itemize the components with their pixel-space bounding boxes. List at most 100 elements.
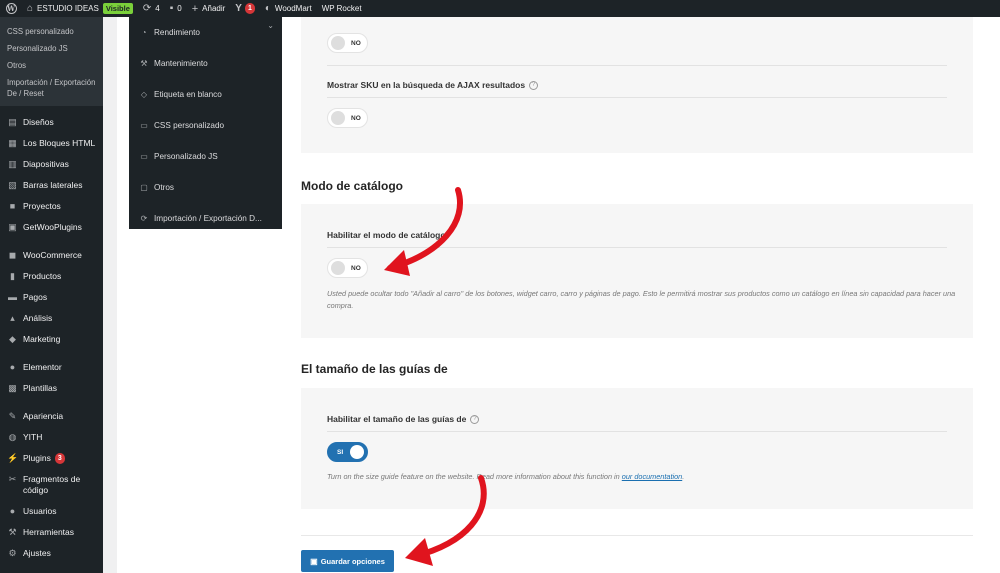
sidebar-item-label: YITH	[23, 432, 43, 442]
other-icon: ▢	[140, 183, 148, 192]
save-label: Guardar opciones	[320, 556, 385, 566]
sidebar-item-woocommerce[interactable]: ◼ WooCommerce	[0, 245, 103, 266]
divider	[327, 65, 947, 66]
sidebar-item-label: Fragmentos de código	[23, 474, 81, 495]
sidebar-item-analisis[interactable]: ▴ Análisis	[0, 308, 103, 329]
size-guide-toggle[interactable]: SI	[327, 442, 368, 462]
sidebar-item-disenos[interactable]: ▤ Diseños	[0, 112, 103, 133]
chevron-down-icon: ⌄	[267, 21, 274, 30]
submenu-item-css[interactable]: CSS personalizado	[0, 23, 103, 40]
sidebar-item-label: Usuarios	[23, 506, 57, 516]
flyout-item-otros[interactable]: ▢ Otros	[129, 172, 282, 203]
flyout-item-label: Rendimiento	[154, 28, 200, 37]
wordpress-icon: W	[5, 3, 17, 14]
import-export-icon: ⟳	[140, 214, 148, 223]
flyout-item-js[interactable]: ▭ Personalizado JS	[129, 141, 282, 172]
help-icon[interactable]: ?	[470, 415, 480, 425]
flyout-item-css[interactable]: ▭ CSS personalizado	[129, 110, 282, 141]
comments-link[interactable]: ▪ 0	[165, 0, 187, 17]
toggle-state: NO	[351, 39, 361, 47]
plugin-icon: ▣	[8, 222, 17, 232]
sku-toggle[interactable]: NO	[327, 108, 368, 128]
flyout-item-rendimiento[interactable]: ◔ Rendimiento	[129, 17, 282, 48]
yoast-count-badge: 1	[244, 3, 255, 14]
catalog-description: Usted puede ocultar todo "Añadir al carr…	[327, 289, 956, 310]
flyout-item-label: Personalizado JS	[154, 152, 218, 161]
plugins-count-badge: 3	[54, 453, 65, 464]
portfolio-icon: ■	[9, 201, 16, 211]
flyout-item-import-export[interactable]: ⟳ Importación / Exportación D...	[129, 203, 282, 234]
sidebar-item-label: Herramientas	[23, 527, 75, 537]
size-guide-label: Habilitar el tamaño de las guías de?	[327, 414, 480, 425]
annotation-arrow-save	[405, 475, 487, 566]
sku-label: Mostrar SKU en la búsqueda de AJAX resul…	[327, 80, 539, 91]
save-options-button[interactable]: ▣ Guardar opciones	[301, 550, 394, 572]
woodmart-link[interactable]: ◐ WoodMart	[260, 0, 317, 17]
sidebar-item-productos[interactable]: ▮ Productos	[0, 266, 103, 287]
slides-icon: ▥	[8, 159, 17, 169]
settings-icon: ⚙	[8, 548, 17, 558]
flyout-item-mantenimiento[interactable]: ⚒ Mantenimiento	[129, 48, 282, 79]
blocks-icon: ▦	[8, 138, 17, 148]
sidebar-item-ajustes[interactable]: ⚙ Ajustes	[0, 543, 103, 564]
save-icon: ▣	[310, 556, 318, 566]
flyout-item-etiqueta[interactable]: ◇ Etiqueta en blanco	[129, 79, 282, 110]
submenu-item-otros[interactable]: Otros	[0, 57, 103, 74]
wordpress-logo[interactable]: W	[0, 0, 22, 17]
sidebar-item-marketing[interactable]: ◆ Marketing	[0, 329, 103, 350]
updates-link[interactable]: ⟳ 4	[138, 0, 165, 17]
products-icon: ▮	[10, 271, 15, 281]
sidebar-item-label: Diapositivas	[23, 159, 69, 169]
js-icon: ▭	[140, 152, 148, 161]
analytics-icon: ▴	[10, 313, 15, 323]
sidebar-item-plantillas[interactable]: ▩ Plantillas	[0, 378, 103, 399]
flyout-item-label: CSS personalizado	[154, 121, 225, 130]
divider	[327, 97, 947, 98]
help-icon[interactable]: ?	[529, 81, 539, 91]
toggle-knob	[331, 36, 345, 50]
toggle-state: NO	[351, 114, 361, 122]
sidebar-item-barras-laterales[interactable]: ▧ Barras laterales	[0, 175, 103, 196]
sidebar-item-label: Productos	[23, 271, 62, 281]
css-icon: ▭	[140, 121, 148, 130]
wp-rocket-link[interactable]: WP Rocket	[317, 0, 367, 17]
sidebar-item-diapositivas[interactable]: ▥ Diapositivas	[0, 154, 103, 175]
site-name: ESTUDIO IDEAS	[37, 4, 99, 13]
yoast-link[interactable]: Y 1	[230, 0, 260, 17]
sidebar-item-usuarios[interactable]: ● Usuarios	[0, 501, 103, 522]
sidebar-item-fragmentos[interactable]: ✂ Fragmentos de código	[0, 469, 103, 501]
size-guide-section-title: El tamaño de las guías de	[301, 362, 448, 376]
admin-sidebar: CSS personalizado Personalizado JS Otros…	[0, 17, 103, 573]
site-name-link[interactable]: ⌂ ESTUDIO IDEAS Visible	[22, 0, 138, 17]
layout-icon: ▤	[8, 117, 17, 127]
sidebar-item-label: Plugins	[23, 453, 51, 463]
tag-icon: ◇	[140, 90, 148, 99]
sidebar-item-plugins[interactable]: ⚡ Plugins 3	[0, 448, 103, 469]
sidebar-item-bloques-html[interactable]: ▦ Los Bloques HTML	[0, 133, 103, 154]
sidebar-item-label: Los Bloques HTML	[23, 138, 96, 148]
documentation-link[interactable]: our documentation	[622, 472, 682, 481]
sidebar-item-proyectos[interactable]: ■ Proyectos	[0, 196, 103, 217]
submenu-item-import-export[interactable]: Importación / Exportación De / Reset	[0, 74, 103, 102]
yith-icon: ◍	[8, 432, 17, 442]
sidebar-item-pagos[interactable]: ▬ Pagos	[0, 287, 103, 308]
home-icon: ⌂	[27, 3, 34, 14]
sidebar-item-getwooplugins[interactable]: ▣ GetWooPlugins	[0, 217, 103, 238]
visible-badge: Visible	[102, 3, 133, 14]
flyout-item-label: Importación / Exportación D...	[154, 214, 262, 223]
toggle-knob	[331, 111, 345, 125]
catalog-toggle[interactable]: NO	[327, 258, 368, 278]
top-toggle[interactable]: NO	[327, 33, 368, 53]
sku-label-text: Mostrar SKU en la búsqueda de AJAX resul…	[327, 80, 526, 90]
flyout-item-label: Etiqueta en blanco	[154, 90, 222, 99]
users-icon: ●	[9, 506, 16, 516]
sidebar-item-label: Marketing	[23, 334, 61, 344]
sidebar-item-yith[interactable]: ◍ YITH	[0, 427, 103, 448]
sidebar-item-herramientas[interactable]: ⚒ Herramientas	[0, 522, 103, 543]
submenu-item-js[interactable]: Personalizado JS	[0, 40, 103, 57]
sidebar-item-label: Elementor	[23, 362, 62, 372]
sidebar-item-elementor[interactable]: ● Elementor	[0, 357, 103, 378]
new-content-link[interactable]: + Añadir	[187, 0, 231, 17]
size-guide-label-text: Habilitar el tamaño de las guías de	[327, 414, 467, 424]
sidebar-item-apariencia[interactable]: ✎ Apariencia	[0, 406, 103, 427]
